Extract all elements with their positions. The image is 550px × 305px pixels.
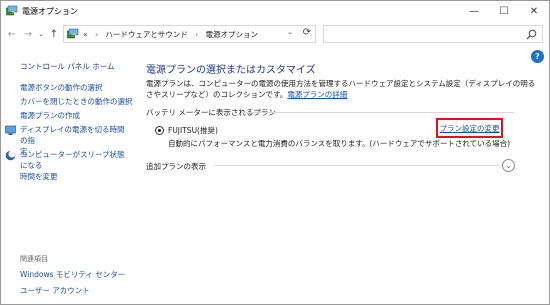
- up-arrow-icon: ↑: [49, 28, 59, 40]
- address-bar[interactable]: « › ハードウェアとサウンド › 電源オプション ⌄ ⟳: [63, 25, 316, 43]
- moon-icon: [5, 150, 16, 161]
- group-divider: [241, 112, 514, 113]
- sidebar-home-link[interactable]: コントロール パネル ホーム: [20, 61, 115, 72]
- maximize-button[interactable]: ☐: [489, 1, 519, 21]
- chevron-down-icon: ⌄: [38, 30, 44, 38]
- back-button[interactable]: ←: [5, 28, 19, 40]
- chevron-down-icon: ⌄: [505, 161, 512, 170]
- show-additional-plans-label[interactable]: 追加プランの表示: [146, 161, 206, 172]
- plan-radio-button[interactable]: [155, 126, 164, 135]
- power-plan-details-link[interactable]: 電源プランの詳細: [287, 90, 347, 99]
- navigation-bar: ← → ⌄ ↑ « › ハードウェアとサウンド › 電源オプション ⌄ ⟳: [1, 21, 549, 47]
- window-title: 電源オプション: [22, 7, 78, 16]
- breadcrumb-separator-icon: ›: [94, 30, 98, 39]
- maximize-icon: ☐: [499, 5, 509, 17]
- forward-arrow-icon: →: [23, 28, 33, 40]
- breadcrumb-overflow[interactable]: «: [83, 30, 88, 39]
- up-button[interactable]: ↑: [47, 28, 61, 40]
- back-arrow-icon: ←: [7, 28, 17, 40]
- title-bar[interactable]: 電源オプション — ☐ ✕: [1, 1, 549, 21]
- minimize-icon: —: [469, 5, 479, 17]
- related-link-user-accounts[interactable]: ユーザー アカウント: [20, 285, 90, 296]
- breadcrumb-power-options[interactable]: 電源オプション: [206, 30, 259, 39]
- breadcrumb-separator-icon: ›: [195, 30, 199, 39]
- address-dropdown-icon[interactable]: ⌄: [287, 28, 293, 36]
- sidebar-item-lid-close-behavior[interactable]: カバーを閉じたときの動作の選択: [20, 96, 133, 107]
- minimize-button[interactable]: —: [459, 1, 489, 21]
- change-plan-settings-link[interactable]: プラン設定の変更: [436, 118, 503, 138]
- additional-plans-divider: [214, 165, 499, 166]
- power-options-window: 電源オプション — ☐ ✕ ← → ⌄ ↑ « › ハードウェアとサウンド › …: [0, 0, 550, 305]
- plan-description: 自動的にパフォーマンスと電力消費のバランスを取ります。(ハードウェアでサポートさ…: [168, 139, 511, 148]
- breadcrumb-hardware-and-sound[interactable]: ハードウェアとサウンド: [105, 30, 187, 39]
- sidebar-item-sleep-time[interactable]: コンピューターがスリープ状態になる 時間を変更: [20, 149, 131, 182]
- sidebar-item-create-power-plan[interactable]: 電源プランの作成: [20, 110, 80, 121]
- refresh-icon[interactable]: ⟳: [303, 27, 311, 38]
- help-icon[interactable]: ?: [531, 50, 544, 63]
- close-icon: ✕: [529, 5, 539, 17]
- page-title: 電源プランの選択またはカスタマイズ: [146, 65, 316, 76]
- display-shield-icon: [5, 125, 16, 135]
- recent-locations-button[interactable]: ⌄: [36, 28, 46, 40]
- related-link-mobility-center[interactable]: Windows モビリティ センター: [20, 269, 125, 280]
- power-options-icon: [67, 28, 79, 39]
- breadcrumb: « › ハードウェアとサウンド › 電源オプション: [83, 29, 258, 40]
- power-options-icon: [6, 5, 18, 16]
- plan-name[interactable]: FUJITSU(推奨): [168, 125, 218, 136]
- related-header: 関連項目: [20, 255, 48, 263]
- forward-button[interactable]: →: [21, 28, 35, 40]
- sidebar: コントロール パネル ホーム 電源ボタンの動作の選択 カバーを閉じたときの動作の…: [1, 47, 133, 305]
- close-button[interactable]: ✕: [519, 1, 549, 21]
- page-description: 電源プランは、コンピューターの電源の使用方法を管理するハードウェア設定とシステム…: [146, 78, 541, 100]
- search-input[interactable]: [323, 25, 543, 43]
- sidebar-item-power-button-behavior[interactable]: 電源ボタンの動作の選択: [20, 82, 103, 93]
- search-icon: [526, 29, 537, 40]
- expand-additional-plans-button[interactable]: ⌄: [502, 159, 515, 172]
